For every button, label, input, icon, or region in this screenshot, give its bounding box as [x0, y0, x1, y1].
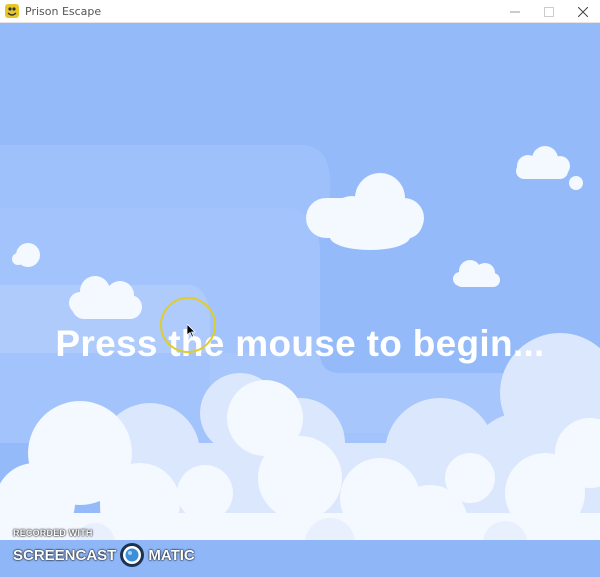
- watermark-matic: MATIC: [148, 546, 195, 564]
- game-canvas[interactable]: Press the mouse to begin... RECORDED WIT…: [0, 23, 600, 577]
- watermark-recorded-with: RECORDED WITH: [13, 528, 93, 538]
- window-title: Prison Escape: [25, 4, 102, 18]
- close-icon: [578, 6, 588, 17]
- title-bar[interactable]: Prison Escape: [0, 0, 600, 23]
- screencast-watermark[interactable]: RECORDED WITH SCREENCAST MATIC: [13, 528, 203, 572]
- minimize-icon: [510, 11, 520, 12]
- watermark-screencast: SCREENCAST: [13, 546, 117, 564]
- sky-background: [0, 23, 600, 577]
- start-prompt: Press the mouse to begin...: [55, 323, 545, 364]
- close-button[interactable]: [566, 0, 600, 23]
- arrow-pointer-icon: [187, 324, 196, 338]
- game-window: Prison Escape Press the mouse to begin..…: [0, 0, 600, 577]
- screencast-o-matic-logo: [120, 543, 145, 567]
- maximize-icon: [544, 6, 554, 17]
- pygame-snake-icon: [5, 4, 19, 18]
- maximize-button[interactable]: [532, 0, 566, 23]
- minimize-button[interactable]: [498, 0, 532, 23]
